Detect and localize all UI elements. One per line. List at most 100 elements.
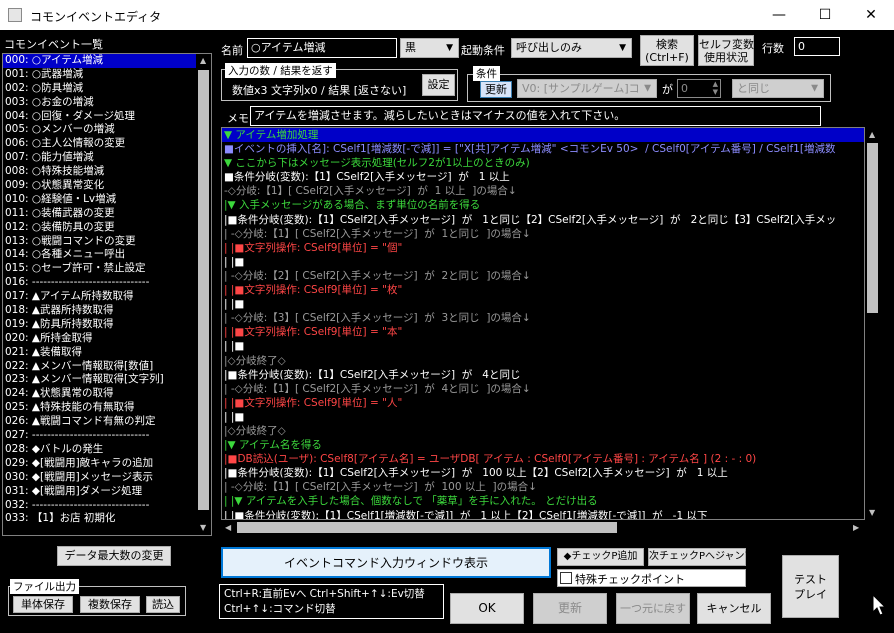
- event-command-line[interactable]: |▼ アイテム名を得る: [222, 438, 864, 452]
- event-vertical-scrollbar[interactable]: ▲ ▼: [865, 127, 880, 520]
- common-event-item[interactable]: 032: -------------------------------: [3, 499, 211, 513]
- special-checkpoint-toggle[interactable]: 特殊チェックポイント: [557, 569, 746, 587]
- common-event-item[interactable]: 006: ○主人公情報の変更: [3, 137, 211, 151]
- event-command-line[interactable]: | -◇分岐:【1】[ CSelf2[入手メッセージ] が 1と同じ ]の場合↓: [222, 227, 864, 241]
- memo-input[interactable]: アイテムを増減させます。減らしたいときはマイナスの値を入れて下さい。: [250, 106, 821, 126]
- event-command-line[interactable]: ■イベントの挿入[名]: CSelf1[増減数[-で減]] = ["X[共]アイ…: [222, 142, 864, 156]
- common-event-item[interactable]: 021: ▲装備取得: [3, 346, 211, 360]
- common-event-item[interactable]: 012: ○装備防具の変更: [3, 221, 211, 235]
- condition-operator-select[interactable]: と同じ ▼: [732, 79, 824, 98]
- color-select[interactable]: 黒 ▼: [400, 38, 459, 58]
- event-command-line[interactable]: ▼ ここから下はメッセージ表示処理(セルフ2が1以上のときのみ): [222, 156, 864, 170]
- event-vscroll-thumb[interactable]: [867, 143, 878, 313]
- event-command-line[interactable]: -◇分岐:【1】[ CSelf2[入手メッセージ] が 1 以上 ]の場合↓: [222, 184, 864, 198]
- common-event-item[interactable]: 017: ▲アイテム所持数取得: [3, 290, 211, 304]
- special-checkpoint-checkbox[interactable]: [560, 572, 572, 584]
- common-event-item[interactable]: 026: ▲戦闘コマンド有無の判定: [3, 415, 211, 429]
- event-command-line[interactable]: |▼ 入手メッセージがある場合、まず単位の名前を得る: [222, 198, 864, 212]
- common-event-item[interactable]: 018: ▲武器所持数取得: [3, 304, 211, 318]
- load-button[interactable]: 読込: [146, 596, 180, 613]
- event-command-line[interactable]: | |■: [222, 255, 864, 269]
- common-event-item[interactable]: 031: ◆[戦闘用]ダメージ処理: [3, 485, 211, 499]
- self-var-usage-button[interactable]: セルフ変数 使用状況: [698, 35, 754, 66]
- event-command-line[interactable]: | -◇分岐:【2】[ CSelf2[入手メッセージ] が 2と同じ ]の場合↓: [222, 269, 864, 283]
- common-event-item[interactable]: 030: ◆[戦闘用]メッセージ表示: [3, 471, 211, 485]
- event-command-line[interactable]: | |■: [222, 410, 864, 424]
- event-command-list[interactable]: ▼ アイテム増加処理 ■イベントの挿入[名]: CSelf1[増減数[-で減]] …: [221, 127, 865, 520]
- test-play-button[interactable]: テスト プレイ: [782, 555, 839, 618]
- common-event-item[interactable]: 033: 【1】お店 初期化: [3, 512, 211, 526]
- event-command-line[interactable]: | |■: [222, 297, 864, 311]
- event-command-line[interactable]: |■条件分岐(変数):【1】CSelf2[入手メッセージ] が 4と同じ: [222, 368, 864, 382]
- common-event-item[interactable]: 025: ▲特殊技能の有無取得: [3, 401, 211, 415]
- event-command-line[interactable]: | |■文字列操作: CSelf9[単位] = "個": [222, 241, 864, 255]
- event-command-line[interactable]: ■条件分岐(変数):【1】CSelf2[入手メッセージ] が 1 以上: [222, 170, 864, 184]
- close-button[interactable]: ✕: [848, 0, 894, 30]
- ok-button[interactable]: OK: [450, 593, 524, 624]
- io-summary: 数値x3 文字列x0 / 結果 [返さない]: [232, 84, 407, 97]
- common-event-item[interactable]: 004: ○回復・ダメージ処理: [3, 110, 211, 124]
- next-checkpoint-button[interactable]: 次チェックPへジャンプ: [648, 548, 754, 566]
- common-event-item[interactable]: 009: ○状態異常変化: [3, 179, 211, 193]
- search-button[interactable]: 検索 (Ctrl+F): [640, 35, 694, 66]
- common-event-item[interactable]: 008: ○特殊技能増減: [3, 165, 211, 179]
- cancel-button[interactable]: キャンセル: [697, 593, 771, 624]
- common-event-item[interactable]: 019: ▲防具所持数取得: [3, 318, 211, 332]
- event-command-line[interactable]: | -◇分岐:【1】[ CSelf2[入手メッセージ] が 4と同じ ]の場合↓: [222, 382, 864, 396]
- common-event-item[interactable]: 007: ○能力値増減: [3, 151, 211, 165]
- common-event-item[interactable]: 010: ○経験値・Lv増減: [3, 193, 211, 207]
- event-command-line[interactable]: | -◇分岐:【3】[ CSelf2[入手メッセージ] が 3と同じ ]の場合↓: [222, 311, 864, 325]
- common-event-item[interactable]: 011: ○装備武器の変更: [3, 207, 211, 221]
- event-command-line[interactable]: | |■文字列操作: CSelf9[単位] = "人": [222, 396, 864, 410]
- common-event-item[interactable]: 014: ○各種メニュー呼出: [3, 248, 211, 262]
- common-event-item[interactable]: 002: ○防具増減: [3, 82, 211, 96]
- event-command-line[interactable]: | |■文字列操作: CSelf9[単位] = "枚": [222, 283, 864, 297]
- single-save-button[interactable]: 単体保存: [13, 596, 73, 613]
- event-command-line[interactable]: | |▼ アイテムを入手した場合、個数なしで 「薬草」を手に入れた。 とだけ出る: [222, 494, 864, 508]
- common-event-item[interactable]: 015: ○セーブ許可・禁止設定: [3, 262, 211, 276]
- common-event-item[interactable]: 024: ▲状態異常の取得: [3, 387, 211, 401]
- minimize-button[interactable]: —: [756, 0, 802, 30]
- event-name-input[interactable]: ○アイテム増減: [247, 38, 397, 58]
- event-command-line[interactable]: | |■: [222, 339, 864, 353]
- event-command-line[interactable]: |■条件分岐(変数):【1】CSelf2[入手メッセージ] が 1と同じ【2】C…: [222, 213, 864, 227]
- common-event-item[interactable]: 022: ▲メンバー情報取得[数値]: [3, 360, 211, 374]
- maximize-button[interactable]: ☐: [802, 0, 848, 30]
- common-event-item[interactable]: 001: ○武器増減: [3, 68, 211, 82]
- condition-update-button[interactable]: 更新: [480, 81, 512, 98]
- undo-button[interactable]: 一つ元に戻す: [616, 593, 690, 624]
- common-event-item[interactable]: 013: ○戦闘コマンドの変更: [3, 235, 211, 249]
- event-command-line[interactable]: |■条件分岐(変数):【1】CSelf2[入手メッセージ] が 100 以上【2…: [222, 466, 864, 480]
- event-command-line[interactable]: ▼ アイテム増加処理: [222, 128, 864, 143]
- event-command-line[interactable]: |■DB読込(ユーザ): CSelf8[アイテム名] = ユーザDB[ アイテム…: [222, 452, 864, 466]
- spinner-icon[interactable]: ▲ ▼: [713, 80, 718, 96]
- line-count-input[interactable]: 0: [794, 37, 840, 56]
- event-hscroll-thumb[interactable]: [237, 522, 617, 533]
- condition-variable-select[interactable]: V0: [サンプルゲーム]コ ▼: [517, 79, 657, 98]
- event-command-line[interactable]: | -◇分岐:【1】[ CSelf2[入手メッセージ] が 100 以上 ]の場…: [222, 480, 864, 494]
- common-event-item[interactable]: 028: ◆バトルの発生: [3, 443, 211, 457]
- trigger-select[interactable]: 呼び出しのみ ▼: [511, 38, 632, 58]
- command-input-window-button[interactable]: イベントコマンド入力ウィンドウ表示: [221, 547, 551, 578]
- max-data-button[interactable]: データ最大数の変更: [57, 546, 171, 566]
- multi-save-button[interactable]: 複数保存: [80, 596, 140, 613]
- list-scroll-thumb[interactable]: [198, 70, 209, 510]
- update-button[interactable]: 更新: [533, 593, 607, 624]
- common-event-item[interactable]: 020: ▲所持金取得: [3, 332, 211, 346]
- event-command-line[interactable]: |◇分岐終了◇: [222, 424, 864, 438]
- common-event-item[interactable]: 023: ▲メンバー情報取得[文字列]: [3, 373, 211, 387]
- event-command-line[interactable]: | |■条件分岐(変数):【1】CSelf1[増減数[-で減]] が 1 以上【…: [222, 509, 864, 519]
- common-event-item[interactable]: 027: -------------------------------: [3, 429, 211, 443]
- common-event-item[interactable]: 029: ◆[戦闘用]敵キャラの追加: [3, 457, 211, 471]
- condition-number-input[interactable]: 0 ▲ ▼: [677, 79, 721, 98]
- event-horizontal-scrollbar[interactable]: ◀ ▶: [221, 520, 865, 535]
- io-settings-button[interactable]: 設定: [422, 74, 455, 96]
- event-command-line[interactable]: |◇分岐終了◇: [222, 354, 864, 368]
- event-command-line[interactable]: | |■文字列操作: CSelf9[単位] = "本": [222, 325, 864, 339]
- common-event-item[interactable]: 003: ○お金の増減: [3, 96, 211, 110]
- common-event-item[interactable]: 005: ○メンバーの増減: [3, 123, 211, 137]
- common-event-item[interactable]: 000: ○アイテム増減: [3, 54, 211, 68]
- common-event-item[interactable]: 016: -------------------------------: [3, 276, 211, 290]
- common-event-list[interactable]: 000: ○アイテム増減 001: ○武器増減 002: ○防具増減 003: ○お金…: [2, 53, 212, 536]
- checkpoint-add-button[interactable]: ◆チェックP追加: [557, 548, 644, 566]
